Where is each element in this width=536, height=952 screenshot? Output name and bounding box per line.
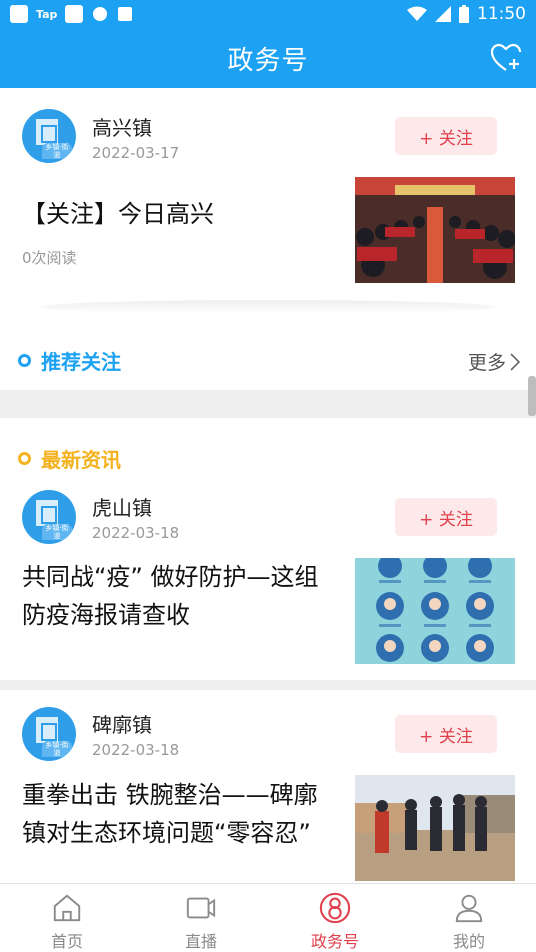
avatar-tag: 乡镇·街道 xyxy=(42,143,72,159)
tab-label: 政务号 xyxy=(310,932,359,951)
post-thumbnail[interactable] xyxy=(355,775,515,881)
status-bar: Tap 11:50 xyxy=(0,0,536,28)
post-date: 2022-03-17 xyxy=(92,144,180,162)
latest-title: 最新资讯 xyxy=(41,448,121,472)
section-divider xyxy=(0,390,536,418)
recommend-title: 推荐关注 xyxy=(41,350,121,374)
more-label: 更多 xyxy=(467,352,506,374)
notification-icon xyxy=(10,5,28,23)
news-item[interactable]: 乡镇·街道 虎山镇 2022-03-18 + 关注 共同战“疫” 做好防护—这组… xyxy=(0,478,536,680)
bottom-tab-bar: 首页 直播 政务号 我的 xyxy=(0,883,536,952)
org-name[interactable]: 高兴镇 xyxy=(92,112,152,141)
read-count: 0次阅读 xyxy=(22,249,77,267)
more-link[interactable]: 更多 xyxy=(468,348,520,375)
org-avatar: 乡镇·街道 xyxy=(22,490,76,544)
follow-button[interactable]: + 关注 xyxy=(395,117,497,155)
signal-icon xyxy=(435,6,451,22)
gov-icon xyxy=(319,892,351,924)
building-icon xyxy=(36,717,58,743)
tab-label: 我的 xyxy=(452,932,485,951)
post-headline[interactable]: 重拳出击 铁腕整治——碑廓镇对生态环境问题“零容忍” xyxy=(22,776,340,852)
post-date: 2022-03-18 xyxy=(92,524,180,542)
notification-icon xyxy=(65,5,84,23)
org-avatar: 乡镇·街道 xyxy=(22,109,76,163)
inspection-photo-image xyxy=(355,775,515,881)
recommend-section: 推荐关注 更多 xyxy=(0,318,536,390)
avatar-tag: 乡镇·街道 xyxy=(42,524,72,540)
tab-label: 直播 xyxy=(184,932,217,951)
post-date: 2022-03-18 xyxy=(92,741,180,759)
home-icon xyxy=(53,894,81,922)
tap-notification-label: Tap xyxy=(36,7,58,21)
avatar-tag: 乡镇·街道 xyxy=(42,741,72,757)
post-thumbnail[interactable] xyxy=(355,558,515,664)
favorite-add-icon[interactable] xyxy=(490,43,522,73)
section-dot-icon xyxy=(18,452,31,465)
page-title: 政务号 xyxy=(227,45,309,76)
sync-icon xyxy=(93,7,108,21)
battery-icon xyxy=(459,5,469,23)
org-name[interactable]: 碑廓镇 xyxy=(92,709,152,738)
tab-home[interactable]: 首页 xyxy=(0,884,134,952)
wifi-icon xyxy=(407,6,427,21)
tab-label: 首页 xyxy=(50,932,83,951)
item-divider xyxy=(0,680,536,690)
latest-heading: 最新资讯 xyxy=(18,444,121,473)
building-icon xyxy=(36,119,58,145)
org-avatar: 乡镇·街道 xyxy=(22,707,76,761)
recommend-heading: 推荐关注 xyxy=(18,346,121,375)
featured-post-card[interactable]: 乡镇·街道 高兴镇 2022-03-17 + 关注 【关注】今日高兴 0次阅读 xyxy=(0,88,536,310)
tab-live[interactable]: 直播 xyxy=(134,884,268,952)
follow-button[interactable]: + 关注 xyxy=(395,715,497,753)
post-headline[interactable]: 【关注】今日高兴 xyxy=(22,195,340,233)
section-dot-icon xyxy=(18,354,31,367)
app-icon xyxy=(118,7,133,21)
card-shadow xyxy=(40,300,496,314)
video-icon xyxy=(186,897,216,919)
org-name[interactable]: 虎山镇 xyxy=(92,492,152,521)
clock: 11:50 xyxy=(477,4,526,24)
poster-image xyxy=(355,558,515,664)
tab-gov-account[interactable]: 政务号 xyxy=(268,884,402,952)
news-item[interactable]: 乡镇·街道 碑廓镇 2022-03-18 + 关注 重拳出击 铁腕整治——碑廓镇… xyxy=(0,690,536,883)
building-icon xyxy=(36,500,58,526)
user-icon xyxy=(455,894,483,923)
tab-mine[interactable]: 我的 xyxy=(402,884,536,952)
meeting-hall-image xyxy=(355,177,515,283)
scrollbar[interactable] xyxy=(528,376,536,416)
follow-button[interactable]: + 关注 xyxy=(395,498,497,536)
chevron-right-icon xyxy=(510,352,520,371)
post-thumbnail[interactable] xyxy=(355,177,515,283)
latest-section-header: 最新资讯 xyxy=(0,418,536,478)
post-headline[interactable]: 共同战“疫” 做好防护—这组防疫海报请查收 xyxy=(22,558,340,634)
app-header: 政务号 xyxy=(0,28,536,88)
